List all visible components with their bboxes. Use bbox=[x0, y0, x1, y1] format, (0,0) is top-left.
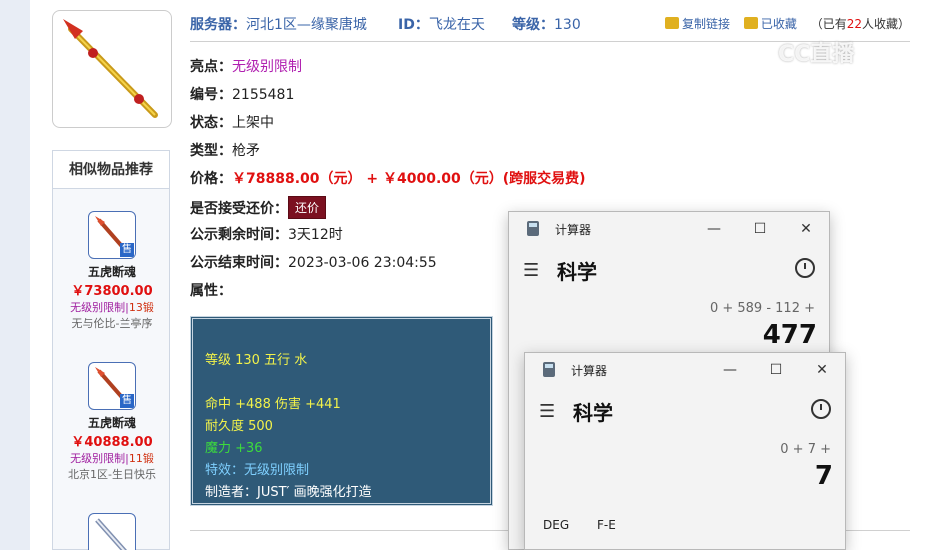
price-row: 价格：￥78888.00（元） + ￥4000.00（元）(跨服交易费) bbox=[190, 171, 586, 187]
close-icon[interactable]: ✕ bbox=[811, 359, 833, 381]
calculator-app-icon bbox=[527, 221, 539, 236]
history-icon[interactable] bbox=[811, 399, 831, 419]
window-title: 计算器 bbox=[571, 364, 608, 378]
attr-effect: 特效：无级别限制 bbox=[205, 463, 310, 478]
attr-maker: 制造者：JUST′ 画晚强化打造 bbox=[205, 485, 372, 500]
close-icon[interactable]: ✕ bbox=[795, 218, 817, 240]
favorite-icon bbox=[743, 17, 758, 29]
result-display: 7 bbox=[814, 461, 833, 491]
calculator-window[interactable]: 计算器 — ☐ ✕ ☰ 科学 0 + 7 + 7 DEG F-E bbox=[524, 352, 846, 550]
similar-item-tag: 无级别限制|13锻 bbox=[70, 301, 154, 314]
similar-item-price: ￥73800.00 bbox=[71, 284, 153, 299]
similar-item-price: ￥40888.00 bbox=[71, 435, 153, 450]
similar-item-server: 北京1区-生日快乐 bbox=[68, 468, 156, 481]
server-label: 服务器： bbox=[190, 17, 246, 33]
title-bar[interactable]: 计算器 — ☐ ✕ bbox=[509, 212, 829, 246]
attr-hit-damage: 命中 +488 伤害 +441 bbox=[205, 397, 341, 412]
favorite-count: （已有22人收藏） bbox=[810, 17, 910, 31]
similar-item-name[interactable]: 五虎断魂 bbox=[53, 263, 171, 280]
remain-value: 3天12时 bbox=[288, 227, 343, 243]
minimize-icon[interactable]: — bbox=[719, 359, 741, 381]
history-icon[interactable] bbox=[795, 258, 815, 278]
title-bar[interactable]: 计算器 — ☐ ✕ bbox=[525, 353, 845, 387]
end-row: 公示结束时间：2023-03-06 23:04:55 bbox=[190, 255, 437, 271]
copy-link-icon bbox=[665, 17, 679, 29]
similar-item[interactable] bbox=[53, 513, 171, 550]
maximize-icon[interactable]: ☐ bbox=[765, 359, 787, 381]
similar-item-icon[interactable]: 售 bbox=[88, 362, 136, 410]
result-display: 477 bbox=[762, 320, 817, 350]
calculator-mode: 科学 bbox=[557, 260, 597, 284]
similar-items-title: 相似物品推荐 bbox=[53, 151, 169, 189]
price-value: ￥78888.00（元） + ￥4000.00（元）(跨服交易费) bbox=[232, 171, 586, 187]
number-value: 2155481 bbox=[232, 87, 295, 103]
similar-item[interactable]: 售 五虎断魂 ￥73800.00 无级别限制|13锻 无与伦比-兰亭序 bbox=[53, 211, 171, 331]
minimize-icon[interactable]: — bbox=[703, 218, 725, 240]
hamburger-menu-icon[interactable]: ☰ bbox=[539, 401, 555, 422]
level-value: 130 bbox=[554, 17, 581, 33]
similar-items-panel: 相似物品推荐 售 五虎断魂 ￥73800.00 无级别限制|13锻 无与伦比-兰… bbox=[52, 150, 170, 550]
hamburger-menu-icon[interactable]: ☰ bbox=[523, 260, 539, 281]
deg-button[interactable]: DEG bbox=[543, 518, 569, 532]
attributes-label-row: 属性： bbox=[190, 283, 232, 299]
attr-durability: 耐久度 500 bbox=[205, 419, 273, 434]
maximize-icon[interactable]: ☐ bbox=[749, 218, 771, 240]
watermark-logo: CC直播 bbox=[778, 42, 855, 67]
similar-item-icon[interactable]: 售 bbox=[88, 211, 136, 259]
server-value: 河北1区—缘聚唐城 bbox=[246, 17, 367, 33]
level-label: 等级： bbox=[512, 17, 554, 33]
window-title: 计算器 bbox=[555, 223, 592, 237]
highlight-value: 无级别限制 bbox=[232, 59, 302, 75]
expression: 0 + 7 + bbox=[780, 442, 831, 457]
bargain-row: 是否接受还价： 还价 bbox=[190, 196, 327, 219]
id-label: ID： bbox=[398, 17, 429, 33]
end-value: 2023-03-06 23:04:55 bbox=[288, 255, 437, 271]
copy-link-button[interactable]: 复制链接 bbox=[682, 17, 730, 31]
favorite-button[interactable]: 已收藏 bbox=[761, 17, 797, 31]
similar-item[interactable]: 售 五虎断魂 ￥40888.00 无级别限制|11锻 北京1区-生日快乐 bbox=[53, 362, 171, 482]
similar-item-server: 无与伦比-兰亭序 bbox=[71, 317, 153, 330]
id-value: 飞龙在天 bbox=[428, 17, 485, 33]
attributes-box: 等级 130 五行 水 命中 +488 伤害 +441 耐久度 500 魔力 +… bbox=[190, 316, 493, 506]
sell-badge: 售 bbox=[120, 243, 134, 257]
attr-level: 等级 130 五行 水 bbox=[205, 353, 308, 368]
status-row: 状态：上架中 bbox=[190, 115, 274, 131]
calculator-mode: 科学 bbox=[573, 401, 613, 425]
status-value: 上架中 bbox=[232, 115, 274, 131]
sell-badge: 售 bbox=[120, 394, 134, 408]
type-value: 枪矛 bbox=[232, 143, 260, 159]
sword-icon bbox=[95, 518, 128, 550]
highlight-row: 亮点：无级别限制 bbox=[190, 59, 302, 75]
fe-button[interactable]: F-E bbox=[597, 518, 616, 532]
similar-item-icon[interactable] bbox=[88, 513, 136, 550]
remain-row: 公示剩余时间：3天12时 bbox=[190, 227, 343, 243]
attr-magic: 魔力 +36 bbox=[205, 441, 263, 456]
expression: 0 + 589 - 112 + bbox=[709, 301, 815, 316]
bargain-button[interactable]: 还价 bbox=[288, 196, 327, 219]
calculator-app-icon bbox=[543, 362, 555, 377]
type-row: 类型：枪矛 bbox=[190, 143, 260, 159]
item-image bbox=[52, 10, 172, 128]
spear-image bbox=[63, 19, 158, 118]
number-row: 编号：2155481 bbox=[190, 87, 295, 103]
similar-item-tag: 无级别限制|11锻 bbox=[70, 452, 154, 465]
similar-item-name[interactable]: 五虎断魂 bbox=[53, 414, 171, 431]
